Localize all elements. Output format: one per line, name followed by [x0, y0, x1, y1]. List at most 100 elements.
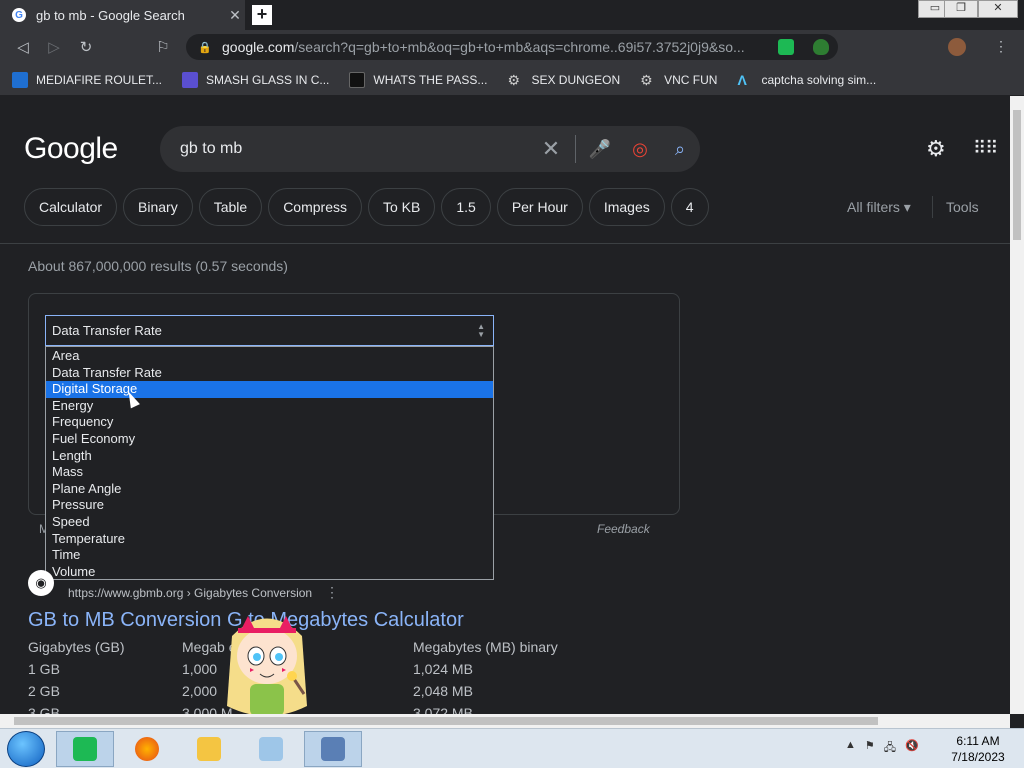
- cartoon-sticker-overlay: [227, 616, 307, 714]
- option-area[interactable]: Area: [46, 348, 493, 365]
- taskbar-app-remote[interactable]: [304, 731, 362, 767]
- option-energy[interactable]: Energy: [46, 398, 493, 415]
- taskbar-clock[interactable]: 6:11 AM 7/18/2023: [948, 733, 1008, 765]
- chip-4[interactable]: 4: [670, 188, 709, 226]
- option-frequency[interactable]: Frequency: [46, 414, 493, 431]
- bookmark-label: SEX DUNGEON: [531, 72, 621, 87]
- horizontal-scroll-thumb[interactable]: [14, 717, 878, 725]
- lock-icon: 🔒: [198, 41, 212, 54]
- site-favicon-icon: ◉: [28, 570, 54, 596]
- address-bar[interactable]: 🔒 google.com /search?q=gb+to+mb&oq=gb+to…: [186, 34, 838, 60]
- apps-grid-icon[interactable]: ⠿⠿: [973, 138, 998, 159]
- start-button[interactable]: [7, 731, 45, 767]
- maximize-button[interactable]: ❐: [944, 0, 978, 18]
- settings-gear-icon[interactable]: ⚙: [926, 136, 946, 162]
- taskbar-app-firefox[interactable]: [118, 731, 176, 767]
- option-mass[interactable]: Mass: [46, 464, 493, 481]
- forward-icon[interactable]: ▷: [43, 37, 65, 59]
- volume-muted-icon[interactable]: 🔇: [905, 739, 919, 758]
- bookmark-item[interactable]: ⚙ SEX DUNGEON: [507, 72, 620, 88]
- vertical-scroll-thumb[interactable]: [1013, 110, 1021, 240]
- option-volume[interactable]: Volume: [46, 564, 493, 581]
- browser-titlebar: G gb to mb - Google Search ✕ + ▭ ❐ ✕: [0, 0, 1024, 30]
- feedback-link[interactable]: Feedback: [597, 522, 650, 536]
- browser-menu-icon[interactable]: ⋮: [994, 38, 1008, 55]
- close-window-button[interactable]: ✕: [978, 0, 1018, 18]
- option-speed[interactable]: Speed: [46, 514, 493, 531]
- action-center-flag-icon[interactable]: ⚑: [865, 739, 875, 758]
- unit-type-select[interactable]: Data Transfer Rate ▲ ▼: [45, 315, 494, 346]
- new-tab-button[interactable]: +: [252, 5, 272, 25]
- option-fuel-economy[interactable]: Fuel Economy: [46, 431, 493, 448]
- extension-green-icon[interactable]: [778, 39, 794, 55]
- tools-button[interactable]: Tools: [946, 199, 979, 215]
- chip-images[interactable]: Images: [588, 188, 665, 226]
- reload-icon[interactable]: ↻: [75, 37, 97, 59]
- profile-avatar[interactable]: [948, 38, 966, 56]
- gear-icon: ⚙: [640, 71, 653, 88]
- chip-compress[interactable]: Compress: [268, 188, 362, 226]
- taskbar-app-notepad[interactable]: [242, 731, 300, 767]
- option-length[interactable]: Length: [46, 448, 493, 465]
- result-more-icon[interactable]: ⋮: [325, 584, 339, 601]
- browser-toolbar: ◁ ▷ ↻ ⚐ 🔒 google.com /search?q=gb+to+mb&…: [0, 30, 1024, 64]
- filter-chips: Calculator Binary Table Compress To KB 1…: [24, 188, 715, 226]
- chip-per-hour[interactable]: Per Hour: [496, 188, 583, 226]
- tab-google-search[interactable]: G gb to mb - Google Search ✕: [0, 0, 245, 30]
- bookmark-item[interactable]: MEDIAFIRE ROULET...: [12, 71, 162, 88]
- option-pressure[interactable]: Pressure: [46, 497, 493, 514]
- bookmark-item[interactable]: ⚙ VNC FUN: [640, 72, 717, 88]
- option-data-transfer-rate[interactable]: Data Transfer Rate: [46, 365, 493, 382]
- result-stats: About 867,000,000 results (0.57 seconds): [28, 258, 288, 274]
- table-cell: 1,024 MB: [413, 661, 473, 677]
- option-plane-angle[interactable]: Plane Angle: [46, 481, 493, 498]
- windows-taskbar: ▲ ⚑ 🖧 🔇 6:11 AM 7/18/2023: [0, 728, 1024, 768]
- google-logo[interactable]: Google: [24, 132, 118, 166]
- tab-close-icon[interactable]: ✕: [225, 7, 245, 24]
- vertical-scrollbar[interactable]: [1010, 96, 1024, 714]
- back-icon[interactable]: ◁: [12, 37, 34, 59]
- search-input[interactable]: gb to mb ✕ 🎤 ◎ ⌕: [160, 126, 700, 172]
- chip-to-kb[interactable]: To KB: [367, 188, 436, 226]
- taskbar-app-explorer[interactable]: [180, 731, 238, 767]
- bookmark-item[interactable]: WHATS THE PASS...: [349, 71, 487, 88]
- chip-1-5[interactable]: 1.5: [441, 188, 491, 226]
- firefox-icon: [135, 737, 159, 761]
- tab-title: gb to mb - Google Search: [36, 7, 185, 23]
- bookmark-icon[interactable]: ⚐: [152, 37, 174, 59]
- microphone-icon[interactable]: 🎤: [580, 139, 620, 160]
- bookmark-item[interactable]: SMASH GLASS IN C...: [182, 71, 330, 88]
- bookmark-item[interactable]: Λcaptcha solving sim...: [737, 72, 876, 88]
- clear-icon[interactable]: ✕: [531, 136, 571, 162]
- lens-icon[interactable]: ◎: [620, 139, 660, 160]
- tray-expand-icon[interactable]: ▲: [845, 739, 856, 758]
- chip-table[interactable]: Table: [198, 188, 263, 226]
- clock-date: 7/18/2023: [951, 750, 1005, 764]
- search-icon[interactable]: ⌕: [660, 139, 700, 160]
- lambda-icon: Λ: [737, 71, 747, 88]
- clock-time: 6:11 AM: [956, 734, 1000, 748]
- all-filters-button[interactable]: All filters ▾: [847, 199, 911, 216]
- result-url[interactable]: https://www.gbmb.org › Gigabytes Convers…: [68, 586, 312, 600]
- unit-type-dropdown: Area Data Transfer Rate Digital Storage …: [45, 346, 494, 580]
- remote-desktop-icon: [321, 737, 345, 761]
- search-query[interactable]: gb to mb: [180, 140, 531, 158]
- option-digital-storage[interactable]: Digital Storage: [46, 381, 493, 398]
- network-icon[interactable]: 🖧: [884, 739, 896, 758]
- table-cell: 2,048 MB: [413, 683, 473, 699]
- extension-shield-icon[interactable]: [813, 39, 829, 55]
- select-arrows-icon: ▲ ▼: [477, 322, 485, 339]
- chip-calculator[interactable]: Calculator: [24, 188, 118, 226]
- notepad-icon: [259, 737, 283, 761]
- table-cell: 3,072 MB: [413, 705, 473, 714]
- folder-icon: [197, 737, 221, 761]
- option-temperature[interactable]: Temperature: [46, 531, 493, 548]
- chip-binary[interactable]: Binary: [123, 188, 193, 226]
- horizontal-scrollbar[interactable]: [0, 714, 1010, 728]
- url-path: /search?q=gb+to+mb&oq=gb+to+mb&aqs=chrom…: [294, 39, 745, 55]
- table-header: Gigabytes (GB): [28, 639, 125, 655]
- bookmark-label: SMASH GLASS IN C...: [206, 72, 330, 87]
- option-time[interactable]: Time: [46, 547, 493, 564]
- mediafire-icon: [12, 71, 28, 88]
- taskbar-app-notes[interactable]: [56, 731, 114, 767]
